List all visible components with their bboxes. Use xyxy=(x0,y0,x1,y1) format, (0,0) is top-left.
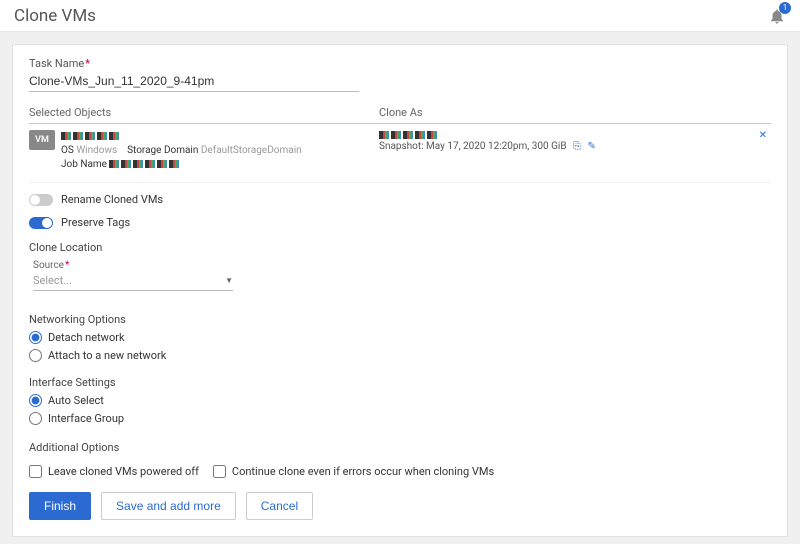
powered-off-checkbox[interactable]: Leave cloned VMs powered off xyxy=(29,465,199,478)
selected-objects-header: Selected Objects xyxy=(29,106,379,119)
interface-settings-label: Interface Settings xyxy=(29,376,771,389)
notification-count: 1 xyxy=(779,2,791,14)
networking-options-label: Networking Options xyxy=(29,313,771,326)
source-select[interactable]: Select... ▼ xyxy=(33,271,233,291)
page-title: Clone VMs xyxy=(14,6,96,26)
additional-options-label: Additional Options xyxy=(29,441,771,454)
vm-meta: OS Windows Storage Domain DefaultStorage… xyxy=(61,130,302,172)
task-name-input[interactable] xyxy=(29,70,359,92)
preserve-tags-label: Preserve Tags xyxy=(61,216,130,229)
source-label: Source xyxy=(29,260,771,271)
remove-object-button[interactable]: ✕ xyxy=(759,130,767,141)
action-bar: Finish Save and add more Cancel xyxy=(29,492,771,520)
preserve-tags-toggle[interactable] xyxy=(29,217,53,229)
save-add-more-button[interactable]: Save and add more xyxy=(101,492,236,520)
auto-select-option[interactable]: Auto Select xyxy=(29,394,771,407)
form-panel: Task Name Selected Objects Clone As VM O… xyxy=(12,44,788,537)
attach-network-option[interactable]: Attach to a new network xyxy=(29,349,771,362)
page-header: Clone VMs 1 xyxy=(0,0,800,32)
clone-as-header: Clone As xyxy=(379,106,771,119)
objects-header: Selected Objects Clone As xyxy=(29,106,771,124)
cancel-button[interactable]: Cancel xyxy=(246,492,313,520)
finish-button[interactable]: Finish xyxy=(29,492,91,520)
snapshot-secondary-icon[interactable]: ⎘ xyxy=(573,141,581,152)
continue-on-error-checkbox[interactable]: Continue clone even if errors occur when… xyxy=(213,465,494,478)
task-name-label: Task Name xyxy=(29,57,771,70)
interface-group-option[interactable]: Interface Group xyxy=(29,412,771,425)
object-row: VM OS Windows Storage Domain DefaultStor… xyxy=(29,124,771,183)
rename-toggle-label: Rename Cloned VMs xyxy=(61,193,163,206)
snapshot-text: Snapshot: May 17, 2020 12:20pm, 300 GiB xyxy=(379,141,567,152)
rename-toggle[interactable] xyxy=(29,194,53,206)
clone-as-cell: Snapshot: May 17, 2020 12:20pm, 300 GiB … xyxy=(379,130,771,172)
vm-badge: VM xyxy=(29,130,55,150)
clone-location-label: Clone Location xyxy=(29,241,771,254)
edit-snapshot-icon[interactable]: ✎ xyxy=(588,141,596,152)
chevron-down-icon: ▼ xyxy=(225,276,233,285)
source-select-placeholder: Select... xyxy=(33,274,72,287)
notifications-button[interactable]: 1 xyxy=(768,7,786,25)
detach-network-option[interactable]: Detach network xyxy=(29,331,771,344)
